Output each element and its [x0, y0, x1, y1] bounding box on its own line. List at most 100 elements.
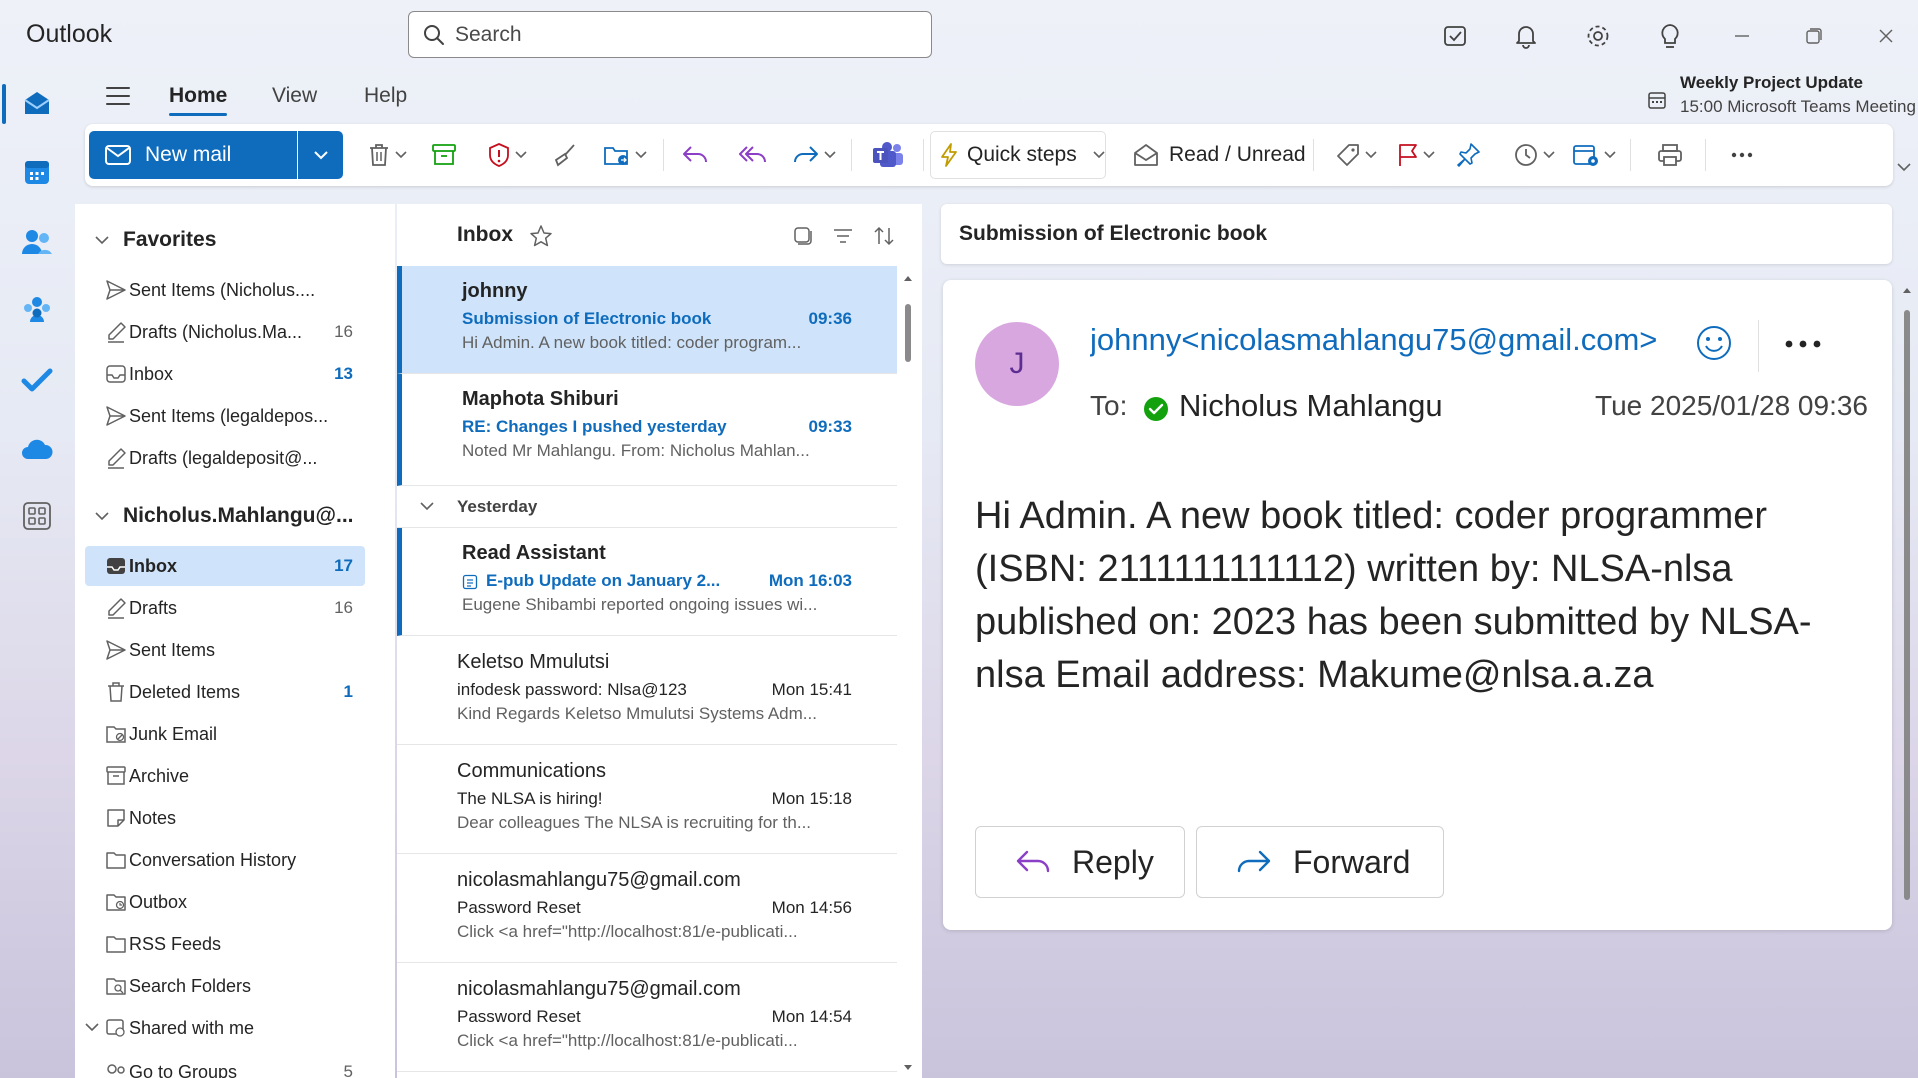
- forward-icon: [794, 146, 818, 163]
- folder-favorite-sent-legaldeposit[interactable]: Sent Items (legaldepos...: [85, 396, 365, 436]
- message-time: Mon 16:03: [768, 571, 852, 590]
- forward-toolbar-button[interactable]: [782, 124, 846, 186]
- message-subject: E-pub Update on January 2...: [486, 571, 721, 590]
- folder-sent-items[interactable]: Sent Items: [85, 630, 365, 670]
- upcoming-meeting-subtitle[interactable]: 15:00 Microsoft Teams Meeting: [1680, 97, 1916, 117]
- my-day-icon[interactable]: [1437, 18, 1473, 54]
- message-item[interactable]: Maphota Shiburi RE: Changes I pushed yes…: [397, 374, 897, 486]
- filter-icon[interactable]: [833, 228, 853, 244]
- recipient-name[interactable]: Nicholus Mahlangu: [1179, 388, 1443, 424]
- hamburger-menu-icon[interactable]: [100, 80, 136, 112]
- minimize-icon[interactable]: [1724, 18, 1760, 54]
- rules-button[interactable]: [1565, 124, 1623, 186]
- more-options-button[interactable]: [1717, 124, 1767, 186]
- tab-home[interactable]: Home: [169, 84, 227, 108]
- print-button[interactable]: [1645, 124, 1695, 186]
- sort-icon[interactable]: [873, 226, 895, 246]
- folder-rss-feeds[interactable]: RSS Feeds: [85, 924, 365, 964]
- mail-app-icon[interactable]: [17, 84, 57, 124]
- folder-favorite-drafts-legaldeposit[interactable]: Drafts (legaldeposit@...: [85, 438, 365, 478]
- sender-address[interactable]: johnny<nicolasmahlangu75@gmail.com>: [1090, 322, 1670, 358]
- reading-pane-scrollbar[interactable]: [1900, 280, 1914, 930]
- search-box[interactable]: [408, 11, 932, 58]
- gear-icon[interactable]: [1580, 18, 1616, 54]
- reply-button[interactable]: Reply: [975, 826, 1185, 898]
- favorites-header[interactable]: Favorites: [95, 228, 216, 252]
- forward-label: Forward: [1293, 843, 1411, 880]
- pin-button[interactable]: [1447, 124, 1491, 186]
- emoji-reaction-icon[interactable]: [1695, 324, 1733, 362]
- message-item[interactable]: johnny Submission of Electronic book 09:…: [397, 266, 897, 374]
- folder-junk-email[interactable]: Junk Email: [85, 714, 365, 754]
- new-mail-dropdown[interactable]: [298, 131, 343, 179]
- folder-favorite-drafts-nicholus[interactable]: Drafts (Nicholus.Ma... 16: [85, 312, 365, 352]
- todo-app-icon[interactable]: [17, 360, 57, 400]
- groups-app-icon[interactable]: [17, 290, 57, 330]
- drafts-icon: [108, 322, 126, 343]
- people-app-icon[interactable]: [17, 222, 57, 262]
- teams-button[interactable]: [857, 124, 919, 186]
- reply-toolbar-button[interactable]: [667, 124, 723, 186]
- categorize-button[interactable]: [1327, 124, 1385, 186]
- toolbar-divider: [923, 139, 924, 171]
- upcoming-meeting-title[interactable]: Weekly Project Update: [1680, 73, 1863, 93]
- message-date: Tue 2025/01/28 09:36: [1595, 390, 1868, 421]
- new-mail-button[interactable]: New mail: [89, 131, 297, 179]
- folder-favorite-inbox[interactable]: Inbox 13: [85, 354, 365, 394]
- onedrive-app-icon[interactable]: [17, 430, 57, 470]
- group-header-yesterday[interactable]: Yesterday: [397, 486, 897, 528]
- delete-button[interactable]: [357, 124, 417, 186]
- scroll-down-icon: [904, 1065, 912, 1070]
- select-mode-icon[interactable]: [793, 226, 813, 246]
- folder-go-to-groups[interactable]: Go to Groups 5: [85, 1050, 365, 1078]
- more-apps-icon[interactable]: [17, 496, 57, 536]
- scrollbar-thumb[interactable]: [1904, 310, 1910, 900]
- calendar-app-icon[interactable]: [17, 152, 57, 192]
- more-actions-icon[interactable]: [1785, 340, 1821, 348]
- presence-available-icon: [1143, 396, 1169, 422]
- archive-button[interactable]: [422, 124, 466, 186]
- bell-icon[interactable]: [1508, 18, 1544, 54]
- message-item[interactable]: nicolasmahlangu75@gmail.com Password Res…: [397, 964, 897, 1072]
- lightbulb-icon[interactable]: [1652, 18, 1688, 54]
- folder-notes[interactable]: Notes: [85, 798, 365, 838]
- move-to-button[interactable]: [595, 124, 655, 186]
- quick-steps-button[interactable]: Quick steps: [930, 131, 1106, 179]
- restore-icon[interactable]: [1796, 18, 1832, 54]
- folder-drafts[interactable]: Drafts 16: [85, 588, 365, 628]
- ribbon-toolbar: New mail Quick steps Read / Unread: [85, 124, 1893, 186]
- folder-outbox[interactable]: Outbox: [85, 882, 365, 922]
- close-icon[interactable]: [1868, 18, 1904, 54]
- scrollbar-thumb[interactable]: [905, 304, 911, 362]
- folder-archive[interactable]: Archive: [85, 756, 365, 796]
- flag-button[interactable]: [1387, 124, 1445, 186]
- message-sender: Communications: [457, 760, 606, 782]
- account-header[interactable]: Nicholus.Mahlangu@...: [95, 504, 354, 528]
- sweep-button[interactable]: [543, 124, 587, 186]
- trash-icon: [108, 682, 124, 702]
- folder-conversation-history[interactable]: Conversation History: [85, 840, 365, 880]
- search-input[interactable]: [455, 22, 895, 47]
- ribbon-expand-icon[interactable]: [1896, 162, 1912, 172]
- tab-view[interactable]: View: [272, 84, 317, 108]
- inbox-icon: [107, 558, 125, 574]
- message-item[interactable]: Keletso Mmulutsi infodesk password: Nlsa…: [397, 637, 897, 745]
- reply-all-button[interactable]: [725, 124, 781, 186]
- archive-icon: [106, 766, 126, 785]
- tab-help[interactable]: Help: [364, 84, 407, 108]
- shared-with-me-header[interactable]: Shared with me: [85, 1008, 365, 1048]
- avatar[interactable]: J: [975, 322, 1059, 406]
- message-item[interactable]: nicolasmahlangu75@gmail.com Password Res…: [397, 855, 897, 963]
- message-list-scrollbar[interactable]: [902, 274, 914, 1074]
- folder-inbox[interactable]: Inbox 17: [85, 546, 365, 586]
- star-icon[interactable]: [529, 224, 553, 248]
- folder-deleted-items[interactable]: Deleted Items 1: [85, 672, 365, 712]
- folder-favorite-sent-nicholus[interactable]: Sent Items (Nicholus....: [85, 270, 365, 310]
- message-item[interactable]: Communications The NLSA is hiring! Mon 1…: [397, 746, 897, 854]
- forward-button[interactable]: Forward: [1196, 826, 1444, 898]
- message-item[interactable]: Read Assistant E-pub Update on January 2…: [397, 528, 897, 636]
- folder-search-folders[interactable]: Search Folders: [85, 966, 365, 1006]
- read-unread-button[interactable]: Read / Unread: [1133, 124, 1306, 186]
- report-button[interactable]: [477, 124, 537, 186]
- snooze-button[interactable]: [1505, 124, 1563, 186]
